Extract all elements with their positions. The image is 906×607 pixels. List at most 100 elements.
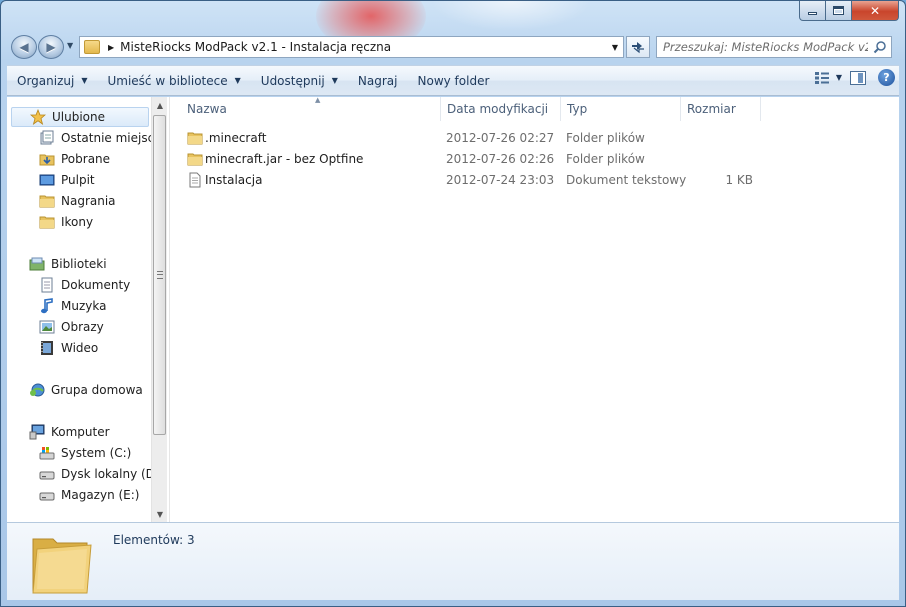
new-folder-label: Nowy folder: [417, 73, 490, 88]
sidebar-item-local-disk-d[interactable]: Dysk lokalny (D:): [39, 464, 151, 484]
glass-highlight: [431, 1, 591, 31]
help-icon[interactable]: ?: [878, 69, 895, 86]
back-button[interactable]: ◀: [11, 35, 37, 59]
drive-icon: [39, 471, 55, 480]
star-icon: [30, 109, 46, 125]
sidebar-item-label: System (C:): [61, 446, 132, 460]
organize-menu[interactable]: Organizuj ▼: [7, 69, 97, 93]
sidebar-item-music[interactable]: Muzyka: [39, 296, 106, 316]
sidebar-item-recordings[interactable]: Nagrania: [39, 191, 116, 211]
sidebar-item-label: Pulpit: [61, 173, 95, 187]
refresh-button[interactable]: [626, 36, 650, 58]
file-type: Folder plików: [566, 152, 645, 166]
drive-icon: [39, 492, 55, 501]
sidebar-item-computer[interactable]: Komputer: [29, 422, 110, 442]
column-header-date[interactable]: Data modyfikacji: [441, 97, 561, 121]
details-pane: Elementów: 3: [7, 522, 899, 600]
chevron-down-icon: ▼: [331, 76, 338, 85]
folder-icon: [39, 216, 55, 229]
folder-icon: [32, 538, 92, 594]
search-icon[interactable]: [873, 40, 887, 54]
explorer-window: ✕ ◀ ▶ ▼ ▶ MisteRiocks ModPack v2.1 - Ins…: [0, 0, 906, 607]
sidebar-item-label: Magazyn (E:): [61, 488, 140, 502]
navigation-scrollbar[interactable]: ▲ ▼: [151, 97, 167, 522]
pane-splitter[interactable]: [167, 97, 170, 522]
view-options-dropdown-icon[interactable]: ▼: [836, 73, 842, 82]
new-folder-button[interactable]: Nowy folder: [408, 69, 500, 93]
maximize-icon: [833, 6, 844, 15]
file-date: 2012-07-26 02:26: [446, 152, 555, 166]
scroll-down-arrow-icon[interactable]: ▼: [152, 506, 168, 522]
sidebar-item-icons[interactable]: Ikony: [39, 212, 93, 232]
column-header-label: Typ: [567, 102, 588, 116]
close-button[interactable]: ✕: [852, 1, 899, 21]
maximize-button[interactable]: [826, 1, 852, 21]
search-input[interactable]: [663, 40, 868, 54]
column-header-size[interactable]: Rozmiar: [681, 97, 761, 121]
organize-label: Organizuj: [17, 73, 75, 88]
downloads-icon: [39, 154, 55, 166]
sidebar-item-downloads[interactable]: Pobrane: [39, 149, 110, 169]
file-list: ▲ Nazwa Data modyfikacji Typ Rozmiar .mi…: [171, 96, 899, 522]
sidebar-item-pictures[interactable]: Obrazy: [39, 317, 104, 337]
address-bar[interactable]: ▶ MisteRiocks ModPack v2.1 - Instalacja …: [79, 36, 624, 58]
folder-icon: [187, 153, 203, 166]
sidebar-item-label: Ikony: [61, 215, 94, 229]
column-header-name[interactable]: ▲ Nazwa: [181, 96, 441, 121]
column-header-label: Nazwa: [187, 102, 227, 116]
sidebar-item-label: Pobrane: [61, 152, 111, 166]
sidebar-item-desktop[interactable]: Pulpit: [39, 170, 95, 190]
sidebar-item-label: Komputer: [51, 425, 110, 439]
burn-button[interactable]: Nagraj: [348, 69, 408, 93]
sidebar-item-storage-e[interactable]: Magazyn (E:): [39, 485, 140, 505]
address-dropdown-icon[interactable]: ▼: [607, 37, 623, 57]
table-row[interactable]: minecraft.jar - bez Optfine 2012-07-26 0…: [171, 149, 899, 170]
navigation-row: ◀ ▶ ▼ ▶ MisteRiocks ModPack v2.1 - Insta…: [9, 33, 899, 61]
include-in-library-menu[interactable]: Umieść w bibliotece ▼: [97, 69, 250, 93]
refresh-icon: [632, 42, 644, 54]
recent-pages-dropdown[interactable]: ▼: [67, 41, 73, 50]
minimize-button[interactable]: [799, 1, 826, 21]
folder-icon: [84, 40, 100, 54]
column-header-type[interactable]: Typ: [561, 97, 681, 121]
text-document-icon: [189, 172, 201, 188]
sidebar-item-documents[interactable]: Dokumenty: [39, 275, 130, 295]
sidebar-item-homegroup[interactable]: Grupa domowa: [29, 380, 143, 400]
sidebar-item-label: Nagrania: [61, 194, 116, 208]
navigation-pane: Ulubione Ostatnie miejsca Pobrane Pulpit…: [7, 97, 151, 522]
caption-buttons: ✕: [799, 1, 899, 21]
pictures-icon: [39, 320, 55, 334]
desktop-icon: [39, 174, 55, 186]
preview-pane-icon[interactable]: [850, 70, 866, 85]
forward-arrow-icon: ▶: [46, 40, 56, 54]
sidebar-item-recent-places[interactable]: Ostatnie miejsca: [39, 128, 151, 148]
sidebar-item-favorites[interactable]: Ulubione: [11, 107, 149, 127]
back-arrow-icon: ◀: [19, 40, 29, 54]
sort-ascending-icon: ▲: [315, 96, 321, 104]
search-box[interactable]: [656, 36, 892, 58]
file-type: Folder plików: [566, 131, 645, 145]
sidebar-item-label: Wideo: [61, 341, 99, 355]
table-row[interactable]: .minecraft 2012-07-26 02:27 Folder plikó…: [171, 128, 899, 149]
sidebar-item-libraries[interactable]: Biblioteki: [29, 254, 107, 274]
address-path[interactable]: MisteRiocks ModPack v2.1 - Instalacja rę…: [120, 40, 391, 54]
scroll-up-arrow-icon[interactable]: ▲: [152, 97, 168, 113]
file-name: .minecraft: [205, 131, 267, 145]
table-row[interactable]: Instalacja 2012-07-24 23:03 Dokument tek…: [171, 170, 899, 191]
sidebar-item-system-c[interactable]: System (C:): [39, 443, 131, 463]
sidebar-item-label: Muzyka: [61, 299, 107, 313]
command-bar-right: ▼ ?: [808, 69, 895, 86]
sidebar-item-label: Ostatnie miejsca: [61, 131, 151, 145]
change-view-icon[interactable]: [814, 71, 830, 85]
computer-icon: [29, 424, 45, 440]
sidebar-item-video[interactable]: Wideo: [39, 338, 98, 358]
item-count: Elementów: 3: [113, 533, 195, 547]
breadcrumb-separator-icon[interactable]: ▶: [108, 43, 114, 52]
sidebar-item-label: Biblioteki: [51, 257, 107, 271]
scrollbar-thumb[interactable]: [153, 115, 166, 435]
share-menu[interactable]: Udostępnij ▼: [251, 69, 348, 93]
forward-button[interactable]: ▶: [38, 35, 64, 59]
content-area: Ulubione Ostatnie miejsca Pobrane Pulpit…: [7, 96, 899, 522]
sidebar-item-label: Grupa domowa: [51, 383, 143, 397]
documents-icon: [41, 277, 53, 293]
